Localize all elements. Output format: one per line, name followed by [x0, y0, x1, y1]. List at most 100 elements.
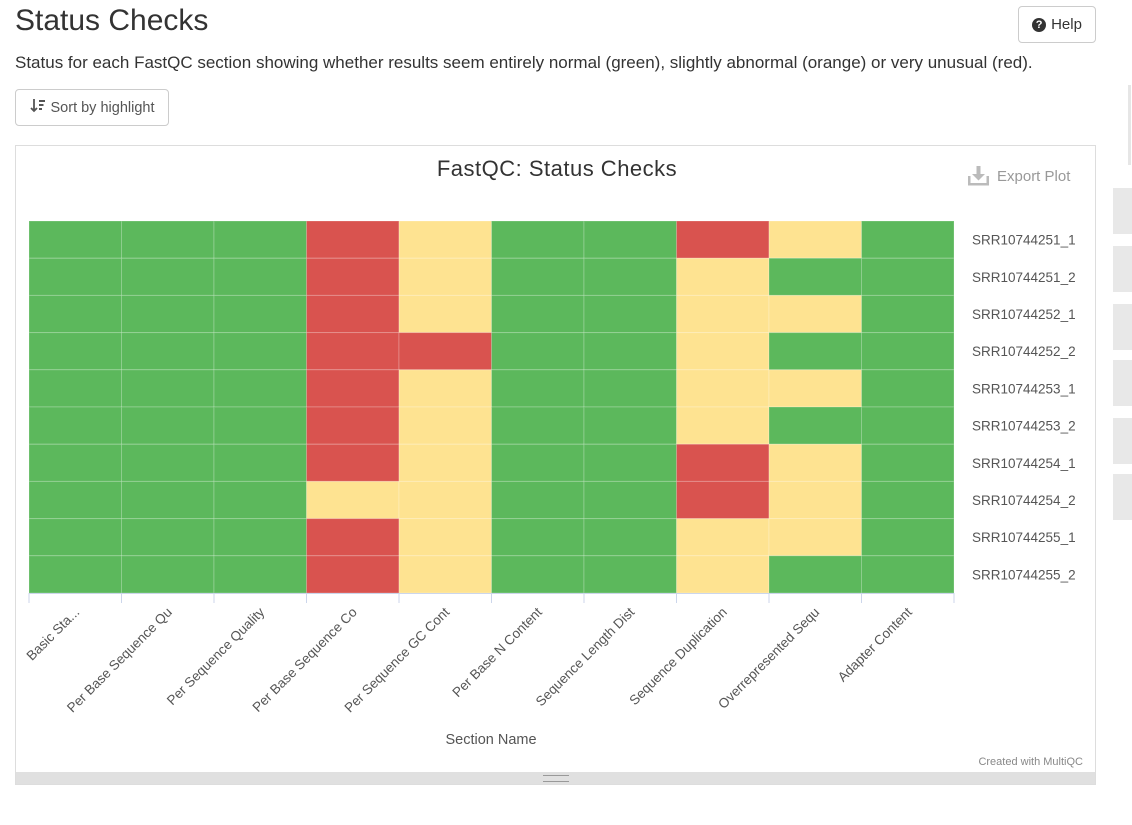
heatmap-cell[interactable]: [306, 257, 400, 296]
heatmap-cell[interactable]: [28, 518, 122, 557]
heatmap-cell[interactable]: [306, 332, 400, 371]
heatmap-cell[interactable]: [28, 332, 122, 371]
heatmap-cell[interactable]: [861, 332, 955, 371]
heatmap-cell[interactable]: [583, 257, 677, 296]
toolbox-tab-3[interactable]: [1113, 304, 1132, 350]
heatmap-cell[interactable]: [583, 480, 677, 520]
heatmap-cell[interactable]: [676, 443, 770, 482]
heatmap-cell[interactable]: [768, 518, 862, 557]
heatmap-cell[interactable]: [213, 294, 307, 334]
heatmap-cell[interactable]: [861, 369, 955, 408]
heatmap-cell[interactable]: [768, 257, 862, 296]
heatmap-cell[interactable]: [398, 294, 492, 334]
heatmap-cell[interactable]: [213, 257, 307, 296]
heatmap-cell[interactable]: [121, 220, 215, 259]
heatmap-cell[interactable]: [861, 443, 955, 482]
heatmap-cell[interactable]: [213, 443, 307, 482]
heatmap-cell[interactable]: [583, 555, 677, 594]
toolbox-tab-5[interactable]: [1113, 418, 1132, 464]
heatmap-cell[interactable]: [676, 518, 770, 557]
heatmap-cell[interactable]: [306, 369, 400, 408]
heatmap-cell[interactable]: [676, 369, 770, 408]
heatmap-cell[interactable]: [491, 555, 585, 594]
heatmap-cell[interactable]: [121, 332, 215, 371]
heatmap-cell[interactable]: [491, 220, 585, 259]
heatmap-cell[interactable]: [768, 555, 862, 594]
heatmap-cell[interactable]: [121, 555, 215, 594]
heatmap-cell[interactable]: [676, 332, 770, 371]
heatmap-cell[interactable]: [491, 443, 585, 482]
heatmap-cell[interactable]: [213, 555, 307, 594]
heatmap-cell[interactable]: [583, 332, 677, 371]
heatmap-cell[interactable]: [398, 406, 492, 445]
heatmap-cell[interactable]: [676, 257, 770, 296]
heatmap-cell[interactable]: [768, 332, 862, 371]
heatmap-cell[interactable]: [583, 294, 677, 334]
heatmap-cell[interactable]: [491, 406, 585, 445]
heatmap-cell[interactable]: [28, 555, 122, 594]
heatmap-cell[interactable]: [768, 406, 862, 445]
heatmap-cell[interactable]: [28, 480, 122, 520]
heatmap-cell[interactable]: [306, 480, 400, 520]
heatmap-cell[interactable]: [398, 220, 492, 259]
heatmap-cell[interactable]: [491, 518, 585, 557]
heatmap-cell[interactable]: [28, 369, 122, 408]
heatmap-cell[interactable]: [676, 406, 770, 445]
export-plot-button[interactable]: Export Plot: [968, 166, 1071, 186]
heatmap-cell[interactable]: [491, 257, 585, 296]
heatmap-cell[interactable]: [491, 369, 585, 408]
heatmap-cell[interactable]: [121, 369, 215, 408]
heatmap-cell[interactable]: [121, 518, 215, 557]
heatmap-cell[interactable]: [861, 220, 955, 259]
heatmap-cell[interactable]: [213, 332, 307, 371]
heatmap-cell[interactable]: [213, 518, 307, 557]
heatmap-cell[interactable]: [861, 518, 955, 557]
heatmap-cell[interactable]: [28, 220, 122, 259]
heatmap-cell[interactable]: [676, 480, 770, 520]
heatmap-cell[interactable]: [398, 369, 492, 408]
heatmap-cell[interactable]: [676, 294, 770, 334]
heatmap-cell[interactable]: [306, 518, 400, 557]
heatmap-cell[interactable]: [583, 518, 677, 557]
heatmap-cell[interactable]: [491, 332, 585, 371]
heatmap-cell[interactable]: [398, 257, 492, 296]
heatmap-cell[interactable]: [306, 443, 400, 482]
heatmap-cell[interactable]: [768, 369, 862, 408]
heatmap-cell[interactable]: [768, 220, 862, 259]
heatmap-cell[interactable]: [306, 555, 400, 594]
heatmap-cell[interactable]: [28, 406, 122, 445]
heatmap-cell[interactable]: [306, 294, 400, 334]
help-button[interactable]: ? Help: [1018, 6, 1096, 43]
heatmap-cell[interactable]: [28, 294, 122, 334]
heatmap-cell[interactable]: [28, 443, 122, 482]
heatmap-cell[interactable]: [676, 555, 770, 594]
heatmap-cell[interactable]: [768, 480, 862, 520]
heatmap-cell[interactable]: [398, 518, 492, 557]
heatmap-cell[interactable]: [121, 480, 215, 520]
heatmap-cell[interactable]: [121, 294, 215, 334]
heatmap-cell[interactable]: [861, 555, 955, 594]
sort-by-highlight-button[interactable]: Sort by highlight: [15, 89, 169, 126]
heatmap-cell[interactable]: [398, 443, 492, 482]
heatmap-cell[interactable]: [676, 220, 770, 259]
toolbox-tab-4[interactable]: [1113, 360, 1132, 406]
plot-resize-handle[interactable]: [16, 772, 1095, 784]
heatmap-cell[interactable]: [398, 555, 492, 594]
heatmap-cell[interactable]: [213, 220, 307, 259]
heatmap-cell[interactable]: [583, 369, 677, 408]
heatmap-cell[interactable]: [768, 443, 862, 482]
toolbox-tab-6[interactable]: [1113, 474, 1132, 520]
heatmap-cell[interactable]: [398, 332, 492, 371]
heatmap-cell[interactable]: [491, 480, 585, 520]
heatmap-cell[interactable]: [861, 480, 955, 520]
heatmap-cell[interactable]: [213, 369, 307, 408]
heatmap-cell[interactable]: [121, 257, 215, 296]
heatmap-cell[interactable]: [491, 294, 585, 334]
heatmap-cell[interactable]: [306, 406, 400, 445]
heatmap-cell[interactable]: [583, 220, 677, 259]
heatmap-cell[interactable]: [398, 480, 492, 520]
toolbox-tab-2[interactable]: [1113, 246, 1132, 292]
toolbox-tab-1[interactable]: [1113, 188, 1132, 234]
heatmap-cell[interactable]: [768, 294, 862, 334]
heatmap-cell[interactable]: [121, 406, 215, 445]
